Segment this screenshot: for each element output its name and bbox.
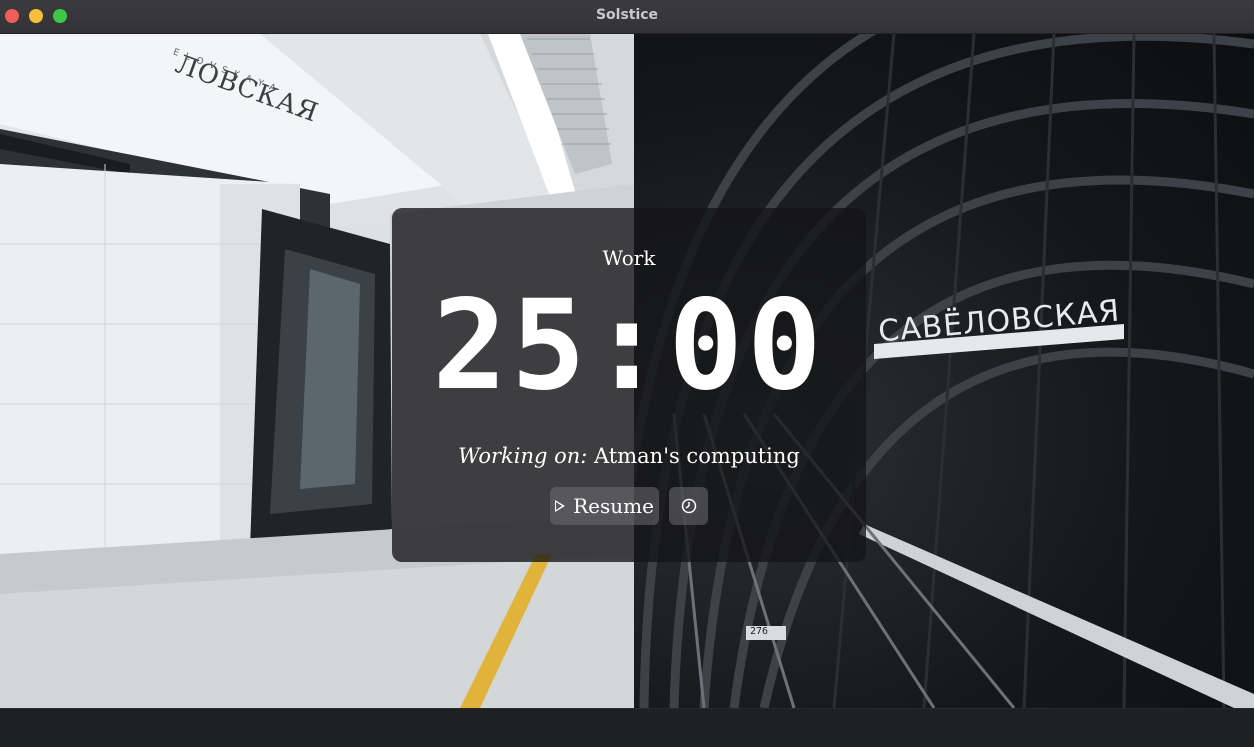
window-title: Solstice — [595, 7, 659, 23]
resume-button-label: Resume — [573, 494, 654, 518]
app-window: Solstice ЛОВСКАЯ E L O V S K A Y A САВЁЛ… — [0, 0, 1254, 747]
timer-mode-label: Work — [602, 246, 656, 270]
history-button[interactable] — [669, 487, 708, 525]
timer-card: Work 25:00 Working on: Atman's computing… — [392, 208, 866, 562]
working-on-prefix: Working on: — [458, 444, 588, 468]
working-on-task: Atman's computing — [594, 444, 800, 468]
track-number-plate: 276 — [750, 626, 769, 637]
play-icon — [555, 500, 566, 512]
resume-button[interactable]: Resume — [550, 487, 659, 525]
timer-countdown: 25:00 — [432, 274, 826, 418]
title-bar[interactable]: Solstice — [0, 0, 1254, 34]
clock-icon — [681, 498, 696, 514]
working-on-line: Working on: Atman's computing — [392, 444, 866, 468]
window-bottom-bar — [0, 708, 1254, 747]
